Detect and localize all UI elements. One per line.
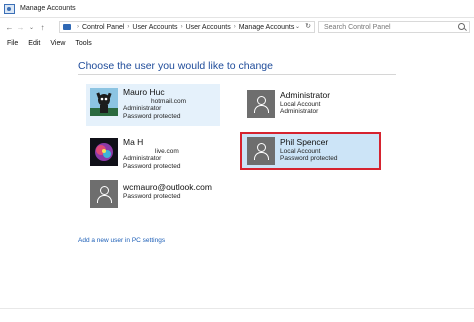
account-info: wcmauro@outlook.com Password protected [123, 180, 212, 200]
menu-bar: File Edit View Tools [0, 36, 474, 50]
breadcrumb-user-accounts[interactable]: User Accounts [132, 24, 177, 31]
search-placeholder: Search Control Panel [324, 23, 391, 31]
chevron-down-icon[interactable]: ⌄ [295, 23, 300, 30]
menu-tools[interactable]: Tools [75, 40, 91, 47]
breadcrumb-user-accounts-2[interactable]: User Accounts [186, 24, 231, 31]
control-panel-icon [4, 3, 15, 14]
chevron-right-icon[interactable]: › [77, 24, 79, 30]
account-status: Password protected [123, 112, 181, 120]
account-type: Local Account [280, 100, 321, 108]
window-title: Manage Accounts [20, 5, 76, 12]
abstract-avatar-icon [90, 138, 118, 166]
up-arrow-icon[interactable]: ↑ [37, 23, 48, 32]
account-name: Mauro Huc [123, 87, 165, 97]
account-role: Administrator [123, 105, 162, 113]
avatar [90, 138, 118, 166]
account-name: Ma H [123, 137, 144, 147]
back-arrow-icon[interactable]: ← [4, 23, 15, 32]
account-tile-ma-h[interactable]: Ma H live.com Administrator Password pro… [86, 136, 220, 178]
forward-arrow-icon[interactable]: → [15, 23, 26, 32]
character-avatar-icon [90, 88, 118, 116]
search-input[interactable]: Search Control Panel [318, 21, 470, 33]
breadcrumb-control-panel[interactable]: Control Panel [82, 24, 124, 31]
account-info: Ma H live.com Administrator Password pro… [123, 137, 181, 170]
page-title: Choose the user you would like to change [78, 60, 273, 72]
search-icon[interactable] [458, 23, 465, 30]
address-bar: ← → ⌄ ↑ › Control Panel › User Accounts … [0, 18, 474, 36]
refresh-icon[interactable]: ↻ [305, 22, 311, 30]
breadcrumb-manage-accounts[interactable]: Manage Accounts [239, 24, 295, 31]
recent-chevron-icon[interactable]: ⌄ [26, 24, 37, 31]
account-tile-mauro-huc[interactable]: Mauro Huc hotmail.com Administrator Pass… [86, 84, 220, 126]
account-name: Administrator [280, 90, 331, 100]
divider [78, 74, 396, 75]
account-email: hotmail.com [151, 97, 187, 105]
status-bar [0, 308, 474, 322]
account-email: live.com [155, 147, 179, 155]
menu-file[interactable]: File [7, 40, 18, 47]
person-icon [90, 180, 118, 208]
breadcrumb[interactable]: › Control Panel › User Accounts › User A… [59, 21, 315, 33]
account-status: Password protected [123, 192, 181, 200]
menu-view[interactable]: View [50, 40, 65, 47]
account-info: Administrator Local Account Administrato… [280, 90, 330, 116]
chevron-right-icon[interactable]: › [234, 24, 236, 30]
menu-edit[interactable]: Edit [28, 40, 40, 47]
avatar [90, 88, 118, 116]
account-name: wcmauro@outlook.com [123, 182, 212, 192]
highlight-box [240, 132, 381, 170]
add-user-link[interactable]: Add a new user in PC settings [78, 237, 165, 244]
chevron-right-icon[interactable]: › [181, 24, 183, 30]
account-role: Administrator [123, 155, 162, 163]
person-icon [247, 90, 275, 118]
account-info: Mauro Huc hotmail.com Administrator Pass… [123, 87, 187, 120]
chevron-right-icon[interactable]: › [127, 24, 129, 30]
account-tile-wcmauro[interactable]: wcmauro@outlook.com Password protected [86, 180, 236, 210]
folder-icon [63, 24, 71, 30]
title-bar: Manage Accounts [0, 0, 474, 18]
account-role: Administrator [280, 108, 319, 116]
account-tile-administrator[interactable]: Administrator Local Account Administrato… [247, 90, 377, 122]
account-status: Password protected [123, 162, 181, 170]
